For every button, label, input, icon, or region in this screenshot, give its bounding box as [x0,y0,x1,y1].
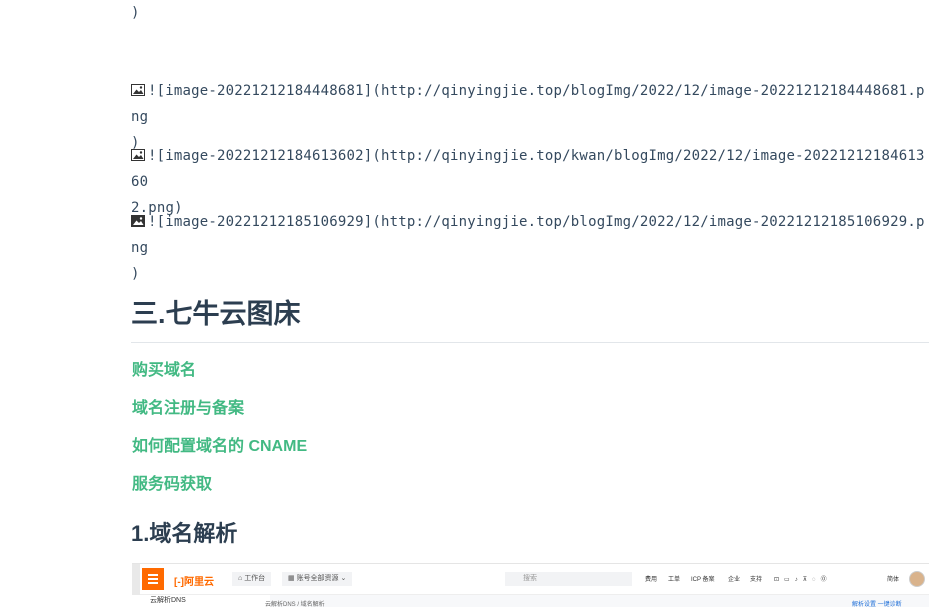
screenshot-nav-item: 支持 [750,577,763,583]
screenshot-nav-icons: ⊡ ▭ ♪ ⊼ ◌ ⓪ [774,577,827,583]
subsection-heading: 1.域名解析 [131,521,238,546]
screenshot-search: 搜索 [505,572,632,586]
link-domain-registration[interactable]: 域名注册与备案 [132,397,244,421]
embedded-screenshot: [-]阿里云 ⌂ 工作台 ▦ 账号全部资源 ⌄ 搜索 费用 工单 ICP 备案 … [132,563,929,607]
image-icon [131,215,145,227]
broken-image-icon [131,149,145,161]
broken-image-icon [131,84,145,96]
screenshot-tab-resources: ▦ 账号全部资源 ⌄ [282,572,353,586]
avatar [909,571,925,587]
link-cname-config[interactable]: 如何配置域名的 CNAME [132,435,307,459]
screenshot-nav-item: 工单 [668,577,681,583]
screenshot-nav-item: 费用 [645,577,658,583]
aliyun-logo: [-]阿里云 [174,577,214,588]
link-service-code[interactable]: 服务码获取 [132,473,212,497]
image-markdown-text: ![image-20221212185106929](http://qinyin… [131,214,925,256]
image-markdown-text: ![image-20221212184613602](http://qinyin… [131,148,925,190]
menu-icon [142,568,164,590]
image-markdown-close: ) [131,266,140,282]
screenshot-sidebar-title: 云解析DNS [132,595,270,607]
screenshot-nav-item: ICP 备案 [691,577,715,583]
section-heading: 三.七牛云图床 [131,292,929,343]
screenshot-nav-item: 简体 [887,577,900,583]
link-buy-domain[interactable]: 购买域名 [132,359,196,383]
image-markdown-text: ![image-20221212184448681](http://qinyin… [131,83,925,125]
image-markdown-3: ![image-20221212185106929](http://qinyin… [131,209,929,287]
screenshot-topbar: [-]阿里云 ⌂ 工作台 ▦ 账号全部资源 ⌄ 搜索 费用 工单 ICP 备案 … [132,564,929,595]
screenshot-tab-workbench: ⌂ 工作台 [232,572,272,586]
markdown-line-close: ) [131,5,140,21]
screenshot-nav-item: 企业 [728,577,741,583]
